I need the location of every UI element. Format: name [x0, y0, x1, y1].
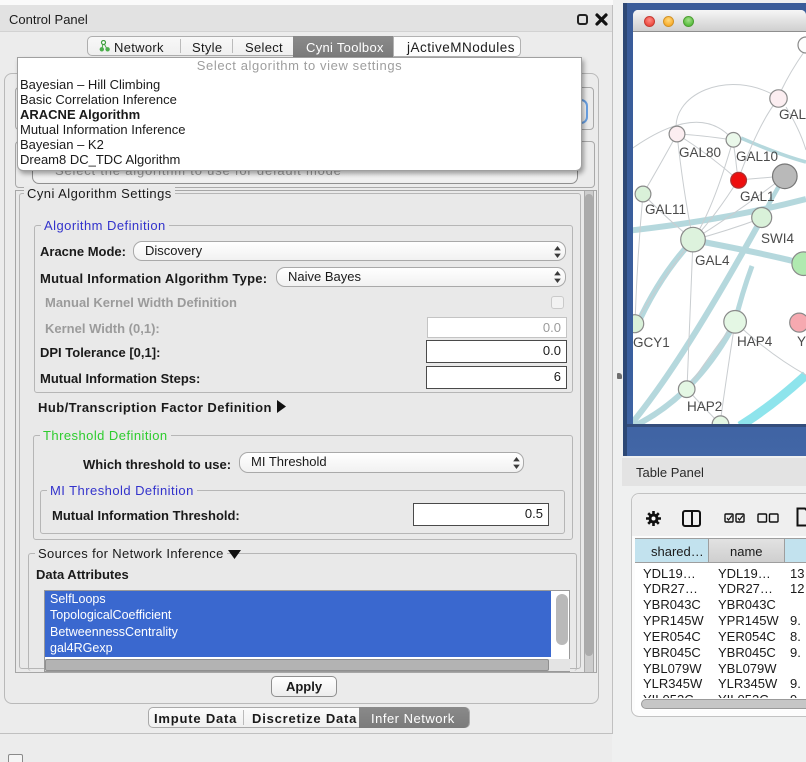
svg-text:GAL4: GAL4 [695, 253, 730, 268]
svg-text:GCY1: GCY1 [633, 335, 670, 350]
svg-text:GAL10: GAL10 [736, 149, 778, 164]
svg-text:GAL11: GAL11 [645, 202, 686, 217]
svg-text:HAP2: HAP2 [687, 399, 722, 414]
svg-text:Y: Y [797, 334, 806, 349]
svg-text:GAL80: GAL80 [679, 145, 721, 160]
svg-text:SWI4: SWI4 [761, 231, 794, 246]
svg-text:GAL1: GAL1 [740, 189, 775, 204]
svg-text:HAP4: HAP4 [737, 334, 773, 349]
svg-text:GAL7: GAL7 [779, 107, 806, 122]
